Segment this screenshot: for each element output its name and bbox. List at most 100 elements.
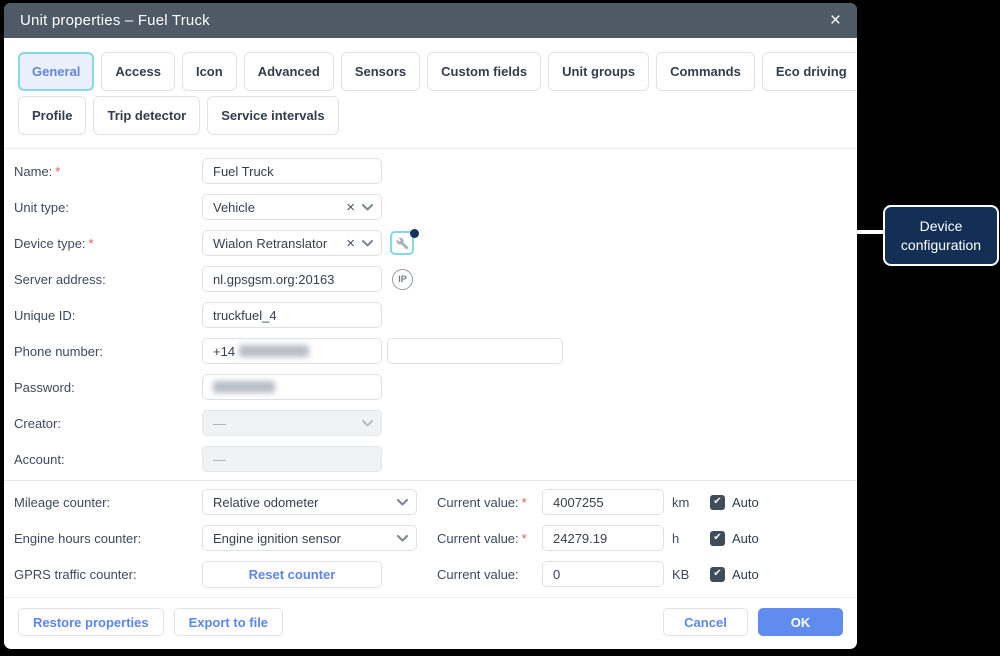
tab-row-1: General Access Icon Advanced Sensors Cus… [18,52,857,91]
cancel-button[interactable]: Cancel [663,608,748,636]
mileage-current-value-input[interactable] [542,489,664,515]
unique-id-row: Unique ID: [14,297,857,333]
tab-sensors[interactable]: Sensors [340,52,421,91]
clear-icon[interactable]: × [346,200,355,215]
mileage-counter-row: Mileage counter: Relative odometer Curre… [14,484,857,520]
name-input[interactable] [202,158,382,184]
tab-trip-detector[interactable]: Trip detector [93,96,201,135]
tab-service-intervals[interactable]: Service intervals [207,96,339,135]
password-row: Password: [14,369,857,405]
engine-hours-counter-row: Engine hours counter: Engine ignition se… [14,520,857,556]
restore-properties-button[interactable]: Restore properties [18,608,164,636]
reset-counter-button[interactable]: Reset counter [202,560,382,588]
screen-background: Unit properties – Fuel Truck × General A… [0,0,1000,656]
export-to-file-button[interactable]: Export to file [173,608,284,636]
tab-commands[interactable]: Commands [656,52,755,91]
account-value: — [213,451,226,467]
ip-icon[interactable]: IP [392,268,413,290]
callout-connector-dot [410,229,419,238]
password-input[interactable] [202,374,382,400]
clear-icon[interactable]: × [346,236,355,251]
unique-id-input[interactable] [202,302,382,328]
dialog-footer: Restore properties Export to file Cancel… [4,597,857,649]
tab-unit-groups[interactable]: Unit groups [548,52,650,91]
mileage-auto-checkbox[interactable]: ✔ [710,494,725,510]
required-asterisk: * [521,494,527,510]
chevron-down-icon [362,419,373,426]
engine-hours-counter-select[interactable]: Engine ignition sensor [202,525,417,551]
server-address-row: Server address: IP [14,261,857,297]
tab-custom-fields[interactable]: Custom fields [427,52,542,91]
device-type-value: Wialon Retranslator [213,235,328,251]
redacted-value [213,381,275,393]
device-type-label: Device type: * [14,235,94,251]
account-label: Account: [14,451,65,467]
current-value-label: Current value: * [437,494,527,510]
mileage-counter-value: Relative odometer [213,494,319,510]
check-icon: ✔ [713,568,722,579]
account-input: — [202,446,382,472]
tab-access[interactable]: Access [101,52,175,91]
tab-icon[interactable]: Icon [181,52,237,91]
auto-label: Auto [732,530,759,546]
counters-section: Mileage counter: Relative odometer Curre… [4,480,857,592]
engine-hours-counter-value: Engine ignition sensor [213,530,341,546]
chevron-down-icon[interactable] [397,534,408,542]
required-asterisk: * [55,163,61,179]
mileage-unit-label: km [672,494,690,510]
check-icon: ✔ [713,532,722,543]
gprs-unit-label: KB [672,566,690,582]
chevron-down-icon[interactable] [362,203,373,211]
engine-hours-current-value-input[interactable] [542,525,664,551]
redacted-value [239,345,310,357]
ok-button[interactable]: OK [758,608,843,636]
tab-profile[interactable]: Profile [18,96,87,135]
server-address-label: Server address: [14,271,106,287]
phone-number-visible-value: +14 [213,343,236,359]
auto-label: Auto [732,566,759,582]
auto-label: Auto [732,494,759,510]
chevron-down-icon[interactable] [397,498,408,506]
unit-type-label: Unit type: [14,199,69,215]
current-value-label: Current value: [437,566,519,582]
device-configuration-callout: Device configuration [883,205,999,266]
gprs-current-value-input[interactable] [542,561,664,587]
close-icon[interactable]: × [830,11,841,30]
unit-type-select[interactable]: Vehicle × [202,194,382,220]
chevron-down-icon[interactable] [362,239,373,247]
tab-general[interactable]: General [18,52,95,91]
gprs-traffic-counter-label: GPRS traffic counter: [14,566,137,582]
tab-row-2: Profile Trip detector Service intervals [18,96,843,135]
phone-number-secondary-input[interactable] [387,338,563,364]
tab-eco-driving[interactable]: Eco driving [761,52,857,91]
name-label: Name: * [14,163,61,179]
engine-hours-counter-label: Engine hours counter: [14,530,142,546]
engine-hours-auto-checkbox[interactable]: ✔ [710,530,725,546]
tab-bar: General Access Icon Advanced Sensors Cus… [4,38,857,148]
unit-type-row: Unit type: Vehicle × [14,189,857,225]
required-asterisk: * [521,530,527,546]
mileage-counter-label: Mileage counter: [14,494,111,510]
wrench-icon [396,237,408,249]
dialog-title: Unit properties – Fuel Truck [20,12,210,29]
creator-value: — [213,415,226,431]
name-row: Name: * [14,153,857,189]
gprs-auto-checkbox[interactable]: ✔ [710,566,725,582]
creator-row: Creator: — [14,405,857,441]
callout-connector-line [415,230,887,234]
creator-select: — [202,410,382,436]
check-icon: ✔ [713,496,722,507]
general-form: Name:* Unit type: Vehicle × Device type:… [4,148,857,477]
password-label: Password: [14,379,75,395]
creator-label: Creator: [14,415,61,431]
mileage-counter-select[interactable]: Relative odometer [202,489,417,515]
server-address-input[interactable] [202,266,382,292]
device-type-select[interactable]: Wialon Retranslator × [202,230,382,256]
account-row: Account: — [14,441,857,477]
dialog-titlebar: Unit properties – Fuel Truck × [4,3,857,38]
current-value-label: Current value: * [437,530,527,546]
gprs-control-cell: Reset counter [202,560,417,588]
tab-advanced[interactable]: Advanced [243,52,334,91]
engine-hours-unit-label: h [672,530,680,546]
phone-number-input[interactable]: +14 [202,338,382,364]
